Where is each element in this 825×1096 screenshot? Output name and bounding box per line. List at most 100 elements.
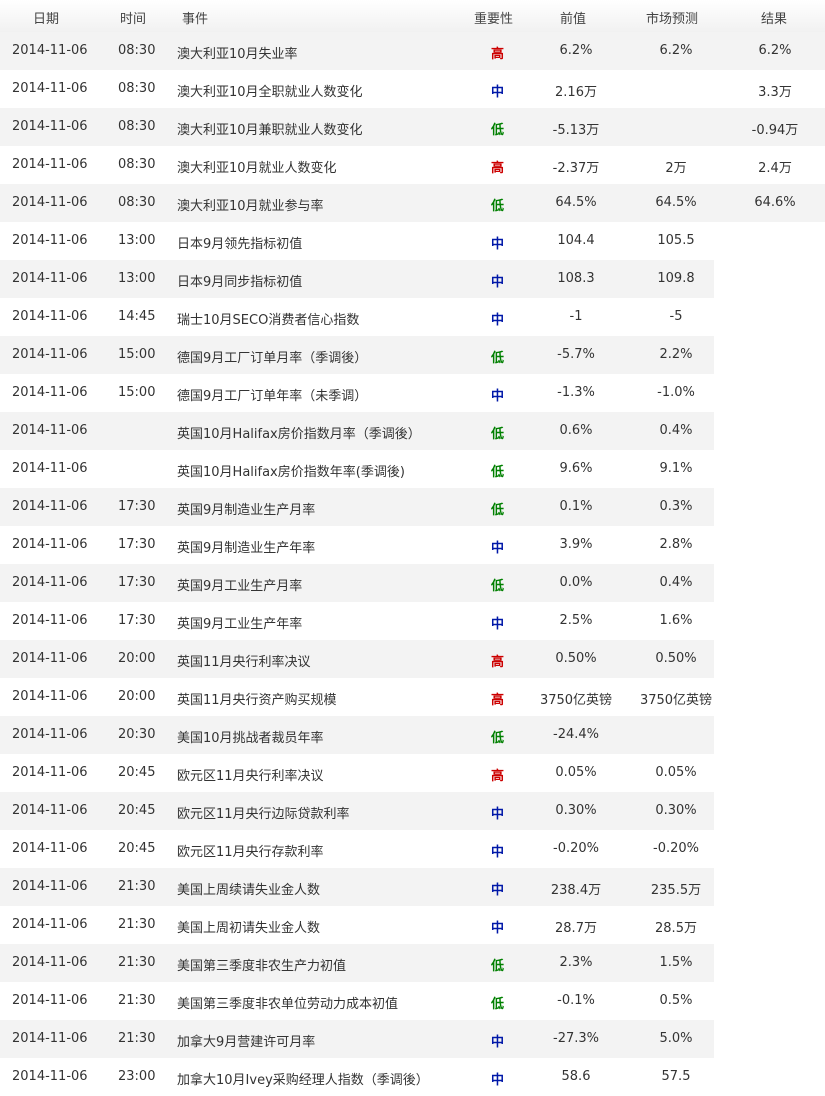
table-row: 2014-11-06 23:00 加拿大10月Ivey采购经理人指数（季调後） 中 58…	[0, 1058, 825, 1096]
cell-forecast: 0.30%	[655, 803, 697, 818]
cell-importance: 低	[491, 427, 505, 442]
cell-time: 08:30	[118, 81, 156, 96]
cell-time: 08:30	[118, 157, 156, 172]
cell-date: 2014-11-06	[12, 43, 88, 58]
cell-date: 2014-11-06	[12, 461, 88, 476]
cell-date: 2014-11-06	[12, 613, 88, 628]
cell-time: 17:30	[118, 613, 156, 628]
cell-time: 23:00	[118, 1069, 156, 1084]
cell-previous: -5.7%	[557, 347, 595, 362]
cell-importance: 高	[491, 161, 505, 176]
table-row: 2014-11-06 20:45 欧元区11月央行存款利率 中 -0.20% -0.20%	[0, 830, 825, 868]
cell-event: 澳大利亚10月就业人数变化	[177, 161, 337, 176]
cell-forecast: 2.8%	[659, 537, 693, 552]
cell-date: 2014-11-06	[12, 347, 88, 362]
cell-time: 08:30	[118, 119, 156, 134]
cell-event: 德国9月工厂订单年率（未季调）	[177, 389, 368, 404]
cell-date: 2014-11-06	[12, 765, 88, 780]
cell-forecast: 2.2%	[659, 347, 693, 362]
cell-previous: -27.3%	[553, 1031, 599, 1046]
cell-previous: 9.6%	[559, 461, 593, 476]
cell-time: 20:45	[118, 765, 156, 780]
cell-importance: 中	[491, 807, 505, 822]
cell-date: 2014-11-06	[12, 841, 88, 856]
cell-event: 德国9月工厂订单月率（季调後）	[177, 351, 368, 366]
cell-importance: 低	[491, 731, 505, 746]
cell-event: 英国10月Halifax房价指数年率(季调後)	[177, 465, 405, 480]
cell-previous: 0.30%	[555, 803, 597, 818]
cell-previous: -0.20%	[553, 841, 599, 856]
cell-importance: 中	[491, 883, 505, 898]
table-row: 2014-11-06 21:30 美国第三季度非农单位劳动力成本初值 低 -0.1% 0.…	[0, 982, 825, 1020]
cell-importance: 低	[491, 351, 505, 366]
cell-date: 2014-11-06	[12, 385, 88, 400]
table-row: 2014-11-06 17:30 英国9月工业生产年率 中 2.5% 1.6%	[0, 602, 825, 640]
cell-date: 2014-11-06	[12, 195, 88, 210]
cell-previous: 64.5%	[555, 195, 597, 210]
cell-event: 澳大利亚10月兼职就业人数变化	[177, 123, 363, 138]
cell-forecast: 235.5万	[650, 883, 702, 898]
cell-previous: 2.3%	[559, 955, 593, 970]
cell-event: 英国11月央行利率决议	[177, 655, 311, 670]
cell-time: 08:30	[118, 195, 156, 210]
cell-date: 2014-11-06	[12, 157, 88, 172]
cell-importance: 中	[491, 1035, 505, 1050]
table-row: 2014-11-06 英国10月Halifax房价指数月率（季调後） 低 0.6% 0.…	[0, 412, 825, 450]
cell-previous: 3750亿英镑	[539, 693, 613, 708]
cell-event: 欧元区11月央行边际贷款利率	[177, 807, 350, 822]
table-row: 2014-11-06 21:30 美国上周初请失业金人数 中 28.7万 28.5万	[0, 906, 825, 944]
cell-importance: 中	[491, 85, 505, 100]
cell-previous: -2.37万	[552, 161, 600, 176]
cell-importance: 中	[491, 617, 505, 632]
table-row: 2014-11-06 21:30 加拿大9月营建许可月率 中 -27.3% 5.0%	[0, 1020, 825, 1058]
cell-event: 欧元区11月央行利率决议	[177, 769, 324, 784]
header-time: 时间	[120, 12, 147, 27]
cell-previous: 58.6	[561, 1069, 591, 1084]
table-row: 2014-11-06 08:30 澳大利亚10月就业参与率 低 64.5% 64.5% 64…	[0, 184, 825, 222]
cell-forecast: 64.5%	[655, 195, 697, 210]
cell-result: 64.6%	[754, 195, 796, 210]
header-event: 事件	[182, 12, 209, 27]
cell-forecast: 1.5%	[659, 955, 693, 970]
cell-time: 20:30	[118, 727, 156, 742]
cell-importance: 中	[491, 541, 505, 556]
cell-date: 2014-11-06	[12, 879, 88, 894]
cell-previous: -5.13万	[552, 123, 600, 138]
cell-forecast: 0.05%	[655, 765, 697, 780]
cell-forecast: 109.8	[657, 271, 695, 286]
table-row: 2014-11-06 20:00 英国11月央行利率决议 高 0.50% 0.50%	[0, 640, 825, 678]
cell-previous: 28.7万	[555, 921, 597, 936]
cell-event: 美国10月挑战者裁员年率	[177, 731, 324, 746]
cell-time: 20:45	[118, 841, 156, 856]
table-row: 2014-11-06 15:00 德国9月工厂订单年率（未季调） 中 -1.3% -1.0…	[0, 374, 825, 412]
cell-date: 2014-11-06	[12, 955, 88, 970]
cell-date: 2014-11-06	[12, 689, 88, 704]
table-row: 2014-11-06 13:00 日本9月同步指标初值 中 108.3 109.8	[0, 260, 825, 298]
cell-forecast: 57.5	[661, 1069, 691, 1084]
cell-time: 20:45	[118, 803, 156, 818]
cell-event: 加拿大10月Ivey采购经理人指数（季调後）	[177, 1073, 429, 1088]
cell-event: 瑞士10月SECO消费者信心指数	[177, 313, 360, 328]
header-result: 结果	[761, 12, 788, 27]
table-row: 2014-11-06 14:45 瑞士10月SECO消费者信心指数 中 -1 -5	[0, 298, 825, 336]
table-row: 2014-11-06 17:30 英国9月工业生产月率 低 0.0% 0.4%	[0, 564, 825, 602]
cell-importance: 中	[491, 237, 505, 252]
cell-previous: 0.50%	[555, 651, 597, 666]
cell-date: 2014-11-06	[12, 499, 88, 514]
cell-previous: -0.1%	[557, 993, 595, 1008]
cell-forecast: 5.0%	[659, 1031, 693, 1046]
cell-event: 美国第三季度非农生产力初值	[177, 959, 347, 974]
cell-date: 2014-11-06	[12, 727, 88, 742]
table-row: 2014-11-06 17:30 英国9月制造业生产年率 中 3.9% 2.8%	[0, 526, 825, 564]
cell-result: 3.3万	[758, 85, 792, 100]
cell-importance: 高	[491, 655, 505, 670]
cell-date: 2014-11-06	[12, 271, 88, 286]
cell-time: 20:00	[118, 651, 156, 666]
table-row: 2014-11-06 08:30 澳大利亚10月兼职就业人数变化 低 -5.13万 -0.…	[0, 108, 825, 146]
cell-event: 澳大利亚10月就业参与率	[177, 199, 324, 214]
table-row: 2014-11-06 08:30 澳大利亚10月就业人数变化 高 -2.37万 2万 2.4…	[0, 146, 825, 184]
cell-previous: 0.0%	[559, 575, 593, 590]
cell-previous: -24.4%	[553, 727, 599, 742]
cell-event: 英国9月制造业生产年率	[177, 541, 316, 556]
cell-previous: 0.6%	[559, 423, 593, 438]
